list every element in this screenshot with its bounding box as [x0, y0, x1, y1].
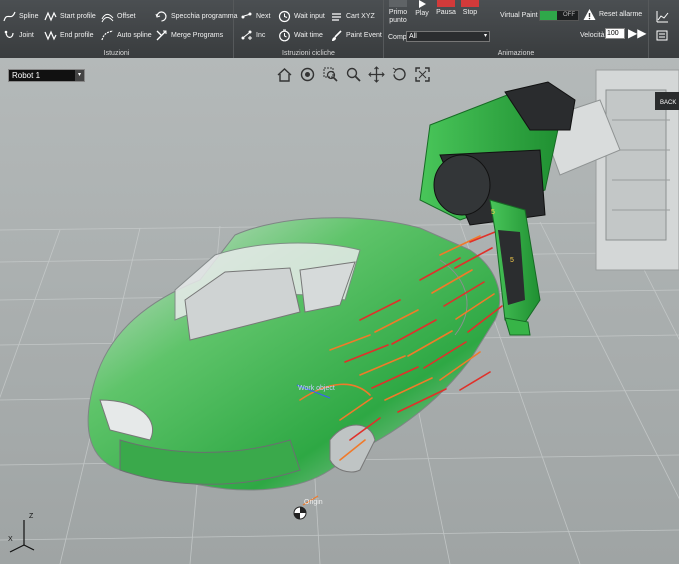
chart-button[interactable]: [656, 10, 672, 23]
next-button[interactable]: Next: [240, 10, 270, 23]
cart-xyz-icon: [330, 10, 343, 23]
play-button[interactable]: Play: [411, 0, 433, 17]
toggle-state-label: OFF: [563, 12, 575, 18]
merge-icon: [155, 29, 168, 42]
rotate-icon[interactable]: [391, 66, 408, 83]
spline-button[interactable]: Spline: [3, 10, 38, 23]
comp-label: Comp: [388, 34, 407, 41]
path-number-label: 5: [491, 209, 495, 216]
group-label-animazione: Animazione: [497, 50, 535, 57]
joint-button[interactable]: Joint: [3, 29, 34, 42]
pan-icon[interactable]: [368, 66, 385, 83]
robot-select[interactable]: Robot 1 ▾: [8, 69, 85, 82]
primo-punto-button[interactable]: Primo punto: [386, 0, 410, 25]
next-icon: [240, 10, 253, 23]
wait-time-button[interactable]: Wait time: [278, 29, 323, 42]
spline-icon: [3, 10, 16, 23]
reset-allarme-button[interactable]: Reset allarme: [583, 8, 642, 21]
play-icon: [419, 0, 426, 8]
chart-icon: [656, 10, 669, 23]
specchia-programma-button[interactable]: Specchia programma: [155, 10, 238, 23]
cart-xyz-button[interactable]: Cart XYZ: [330, 10, 375, 23]
end-profile-button[interactable]: End profile: [44, 29, 93, 42]
inc-button[interactable]: Inc: [240, 29, 265, 42]
merge-programs-button[interactable]: Merge Programs: [155, 29, 223, 42]
home-view-icon[interactable]: [276, 66, 293, 83]
ribbon-toolbar: Spline Start profile Offset Specchia pro…: [0, 0, 679, 59]
axis-x-label: X: [8, 536, 13, 543]
end-profile-icon: [44, 29, 57, 42]
fast-forward-icon[interactable]: ▶▶: [628, 26, 646, 40]
pausa-button[interactable]: Pausa: [435, 0, 457, 16]
auto-spline-button[interactable]: Auto spline: [101, 29, 152, 42]
wait-input-button[interactable]: Wait input: [278, 10, 325, 23]
3d-viewport[interactable]: BACK 5 5 Work object Origin Z X: [0, 58, 679, 564]
work-object-label: Work object: [298, 385, 335, 392]
stop-icon: [461, 0, 479, 7]
back-label: BACK: [660, 100, 676, 106]
group-label-istruzioni-cicliche: Istruzioni cicliche: [282, 50, 335, 57]
list-icon: [656, 29, 669, 42]
fit-view-icon[interactable]: [414, 66, 431, 83]
velocita-input[interactable]: 100: [605, 28, 625, 39]
zoom-icon[interactable]: [345, 66, 362, 83]
inc-icon: [240, 29, 253, 42]
offset-button[interactable]: Offset: [101, 10, 136, 23]
view-cube-icon[interactable]: [299, 66, 316, 83]
start-profile-button[interactable]: Start profile: [44, 10, 96, 23]
zoom-window-icon[interactable]: [322, 66, 339, 83]
velocita-label: Velocità: [580, 32, 605, 39]
paint-event-button[interactable]: Paint Event: [330, 29, 382, 42]
warning-icon: [583, 8, 596, 21]
group-istruzioni: Spline Start profile Offset Specchia pro…: [0, 0, 238, 58]
stop-button[interactable]: Stop: [459, 0, 481, 16]
path-number-label-2: 5: [510, 257, 514, 264]
joint-icon: [3, 29, 16, 42]
auto-spline-icon: [101, 29, 114, 42]
list-button[interactable]: [656, 29, 672, 42]
offset-icon: [101, 10, 114, 23]
group-istruzioni-cicliche: Next Wait input Cart XYZ Inc Wait time P…: [234, 0, 384, 58]
axis-z-label: Z: [29, 513, 34, 520]
pause-icon: [437, 0, 455, 7]
primo-punto-icon: [389, 0, 407, 7]
scene-canvas: BACK 5 5: [0, 58, 679, 564]
virtual-paint-label: Virtual Paint: [500, 12, 538, 19]
stopwatch-icon: [278, 29, 291, 42]
clock-icon: [278, 10, 291, 23]
chevron-down-icon: ▾: [483, 33, 487, 39]
group-label-istruzioni: Istuzioni: [103, 50, 130, 57]
toggle-on-area: [540, 11, 557, 20]
chevron-down-icon: ▾: [75, 70, 84, 81]
virtual-paint-toggle[interactable]: OFF: [539, 10, 579, 21]
start-profile-icon: [44, 10, 57, 23]
comp-select[interactable]: All ▾: [406, 31, 490, 42]
origin-label: Origin: [304, 499, 323, 506]
paint-brush-icon: [330, 29, 343, 42]
mirror-icon: [155, 10, 168, 23]
view-toolbar: [276, 66, 431, 83]
